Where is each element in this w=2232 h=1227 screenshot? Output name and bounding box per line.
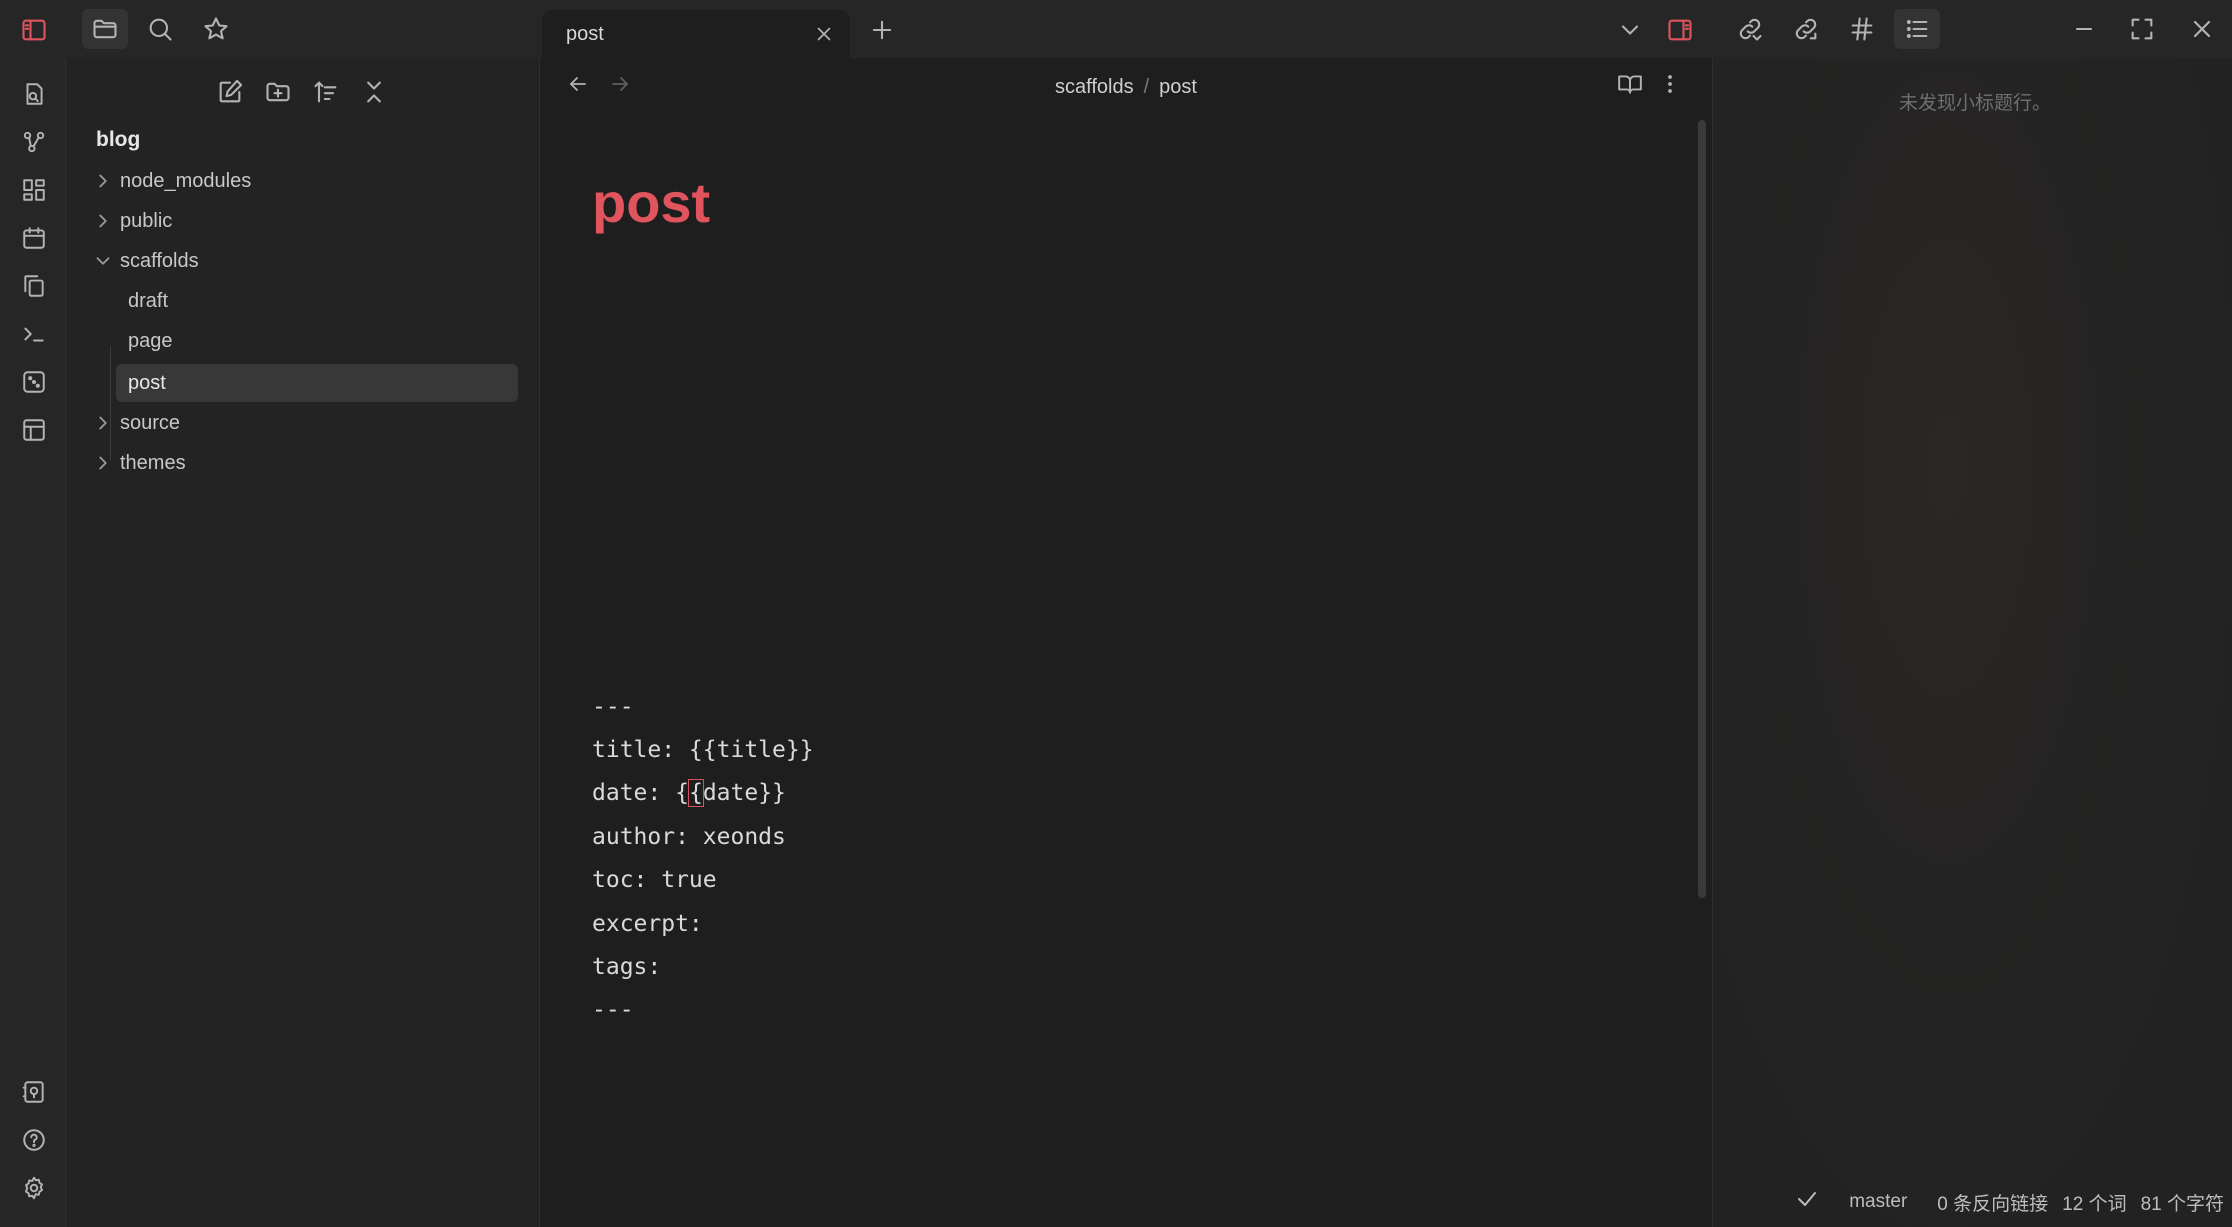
char-count: 81 个字符 bbox=[2140, 1193, 2224, 1215]
settings-gear-icon[interactable] bbox=[14, 1170, 54, 1206]
chevron-right-icon bbox=[92, 412, 114, 434]
chevron-right-icon bbox=[92, 170, 114, 192]
ribbon bbox=[0, 58, 66, 1227]
tree-item-label: scaffolds bbox=[120, 249, 199, 272]
tree-item-label: page bbox=[128, 329, 173, 352]
close-icon[interactable] bbox=[808, 18, 840, 50]
random-note-dice-icon[interactable] bbox=[14, 364, 54, 400]
frontmatter-line[interactable]: excerpt: bbox=[592, 911, 703, 937]
maximize-icon[interactable] bbox=[2122, 12, 2162, 46]
bookmarks-star-icon[interactable] bbox=[196, 12, 236, 46]
date-brace: { bbox=[675, 780, 689, 806]
tags-hash-icon[interactable] bbox=[1842, 12, 1882, 46]
tree-folder-public[interactable]: public bbox=[92, 202, 512, 240]
tree-item-label: node_modules bbox=[120, 169, 252, 192]
sidebar-toggle-icon[interactable] bbox=[14, 14, 54, 46]
outline-empty-message: 未发现小标题行。 bbox=[1899, 93, 2052, 114]
tree-file-draft[interactable]: draft bbox=[116, 282, 518, 320]
tree-item-label: draft bbox=[128, 289, 169, 312]
title-bar: post bbox=[0, 0, 2232, 58]
tree-file-page[interactable]: page bbox=[116, 322, 518, 360]
right-sidebar-toggle-icon[interactable] bbox=[1660, 14, 1700, 46]
date-key: date: bbox=[592, 780, 676, 806]
window-close-icon[interactable] bbox=[2182, 12, 2222, 46]
editor-scrollbar[interactable] bbox=[1698, 120, 1706, 898]
breadcrumb-separator: / bbox=[1143, 76, 1150, 98]
tree-item-label: themes bbox=[120, 451, 186, 474]
chevron-down-icon bbox=[92, 250, 114, 272]
new-folder-icon[interactable] bbox=[258, 74, 298, 110]
breadcrumb-folder[interactable]: scaffolds bbox=[1055, 76, 1134, 98]
vault-switch-icon[interactable] bbox=[14, 1074, 54, 1110]
new-tab-plus-icon[interactable] bbox=[864, 14, 900, 46]
tab-list-chevron-down-icon[interactable] bbox=[1612, 14, 1648, 46]
tree-file-post[interactable]: post bbox=[116, 364, 518, 402]
backlinks-count[interactable]: 0 条反向链接 bbox=[1937, 1189, 2048, 1216]
git-branch[interactable]: master bbox=[1849, 1191, 1907, 1213]
date-rest: date}} bbox=[702, 780, 786, 806]
collapse-all-icon[interactable] bbox=[354, 74, 394, 110]
outgoing-links-icon[interactable] bbox=[1786, 12, 1826, 46]
sync-check-icon[interactable] bbox=[1795, 1187, 1819, 1217]
inline-title[interactable]: post bbox=[592, 170, 710, 235]
word-count: 12 个词 bbox=[2062, 1193, 2127, 1215]
file-explorer-tab-icon[interactable] bbox=[82, 9, 128, 49]
sort-icon[interactable] bbox=[306, 74, 346, 110]
outline-list-icon[interactable] bbox=[1894, 9, 1940, 49]
daily-note-calendar-icon[interactable] bbox=[14, 220, 54, 256]
tree-folder-source[interactable]: source bbox=[92, 404, 512, 442]
frontmatter-line[interactable]: --- bbox=[592, 997, 634, 1023]
minimize-icon[interactable] bbox=[2064, 12, 2104, 46]
tree-folder-scaffolds[interactable]: scaffolds bbox=[92, 242, 512, 280]
editor-pane: scaffolds / post post --- title: {{title}}… bbox=[540, 58, 1712, 1227]
tree-item-label: source bbox=[120, 411, 181, 434]
frontmatter-line-date[interactable]: date: {{date}} bbox=[592, 779, 786, 807]
text-cursor-char: { bbox=[687, 779, 704, 807]
breadcrumb-file[interactable]: post bbox=[1159, 76, 1197, 98]
tree-folder-themes[interactable]: themes bbox=[92, 444, 512, 482]
frontmatter-line[interactable]: title: {{title}} bbox=[592, 737, 814, 763]
tab-post[interactable]: post bbox=[542, 10, 850, 58]
frontmatter-line[interactable]: toc: true bbox=[592, 867, 717, 893]
new-note-icon[interactable] bbox=[210, 74, 250, 110]
canvas-icon[interactable] bbox=[14, 172, 54, 208]
status-bar: master 0 条反向链接 12 个词 81 个字符 bbox=[1795, 1177, 2232, 1227]
templates-copy-icon[interactable] bbox=[14, 268, 54, 304]
reading-view-book-icon[interactable] bbox=[1610, 68, 1650, 100]
quick-switcher-icon[interactable] bbox=[14, 76, 54, 112]
command-palette-terminal-icon[interactable] bbox=[14, 316, 54, 352]
tree-item-label: post bbox=[128, 371, 166, 394]
breadcrumb: scaffolds / post bbox=[540, 76, 1712, 99]
graph-icon[interactable] bbox=[14, 124, 54, 160]
outline-panel: 未发现小标题行。 bbox=[1712, 58, 2232, 1227]
backlinks-icon[interactable] bbox=[1730, 12, 1770, 46]
tab-title: post bbox=[566, 23, 604, 45]
chevron-right-icon bbox=[92, 210, 114, 232]
search-icon[interactable] bbox=[140, 12, 180, 46]
slides-layout-icon[interactable] bbox=[14, 412, 54, 448]
chevron-right-icon bbox=[92, 452, 114, 474]
frontmatter-line[interactable]: --- bbox=[592, 694, 634, 720]
indent-guide bbox=[110, 346, 111, 460]
more-options-icon[interactable] bbox=[1654, 68, 1686, 100]
frontmatter-line[interactable]: author: xeonds bbox=[592, 824, 786, 850]
file-explorer: blog node_modules public scaffolds draft… bbox=[66, 58, 540, 1227]
help-icon[interactable] bbox=[14, 1122, 54, 1158]
vault-name: blog bbox=[96, 128, 141, 151]
tree-item-label: public bbox=[120, 209, 173, 232]
tree-folder-node-modules[interactable]: node_modules bbox=[92, 162, 512, 200]
frontmatter-line[interactable]: tags: bbox=[592, 954, 661, 980]
